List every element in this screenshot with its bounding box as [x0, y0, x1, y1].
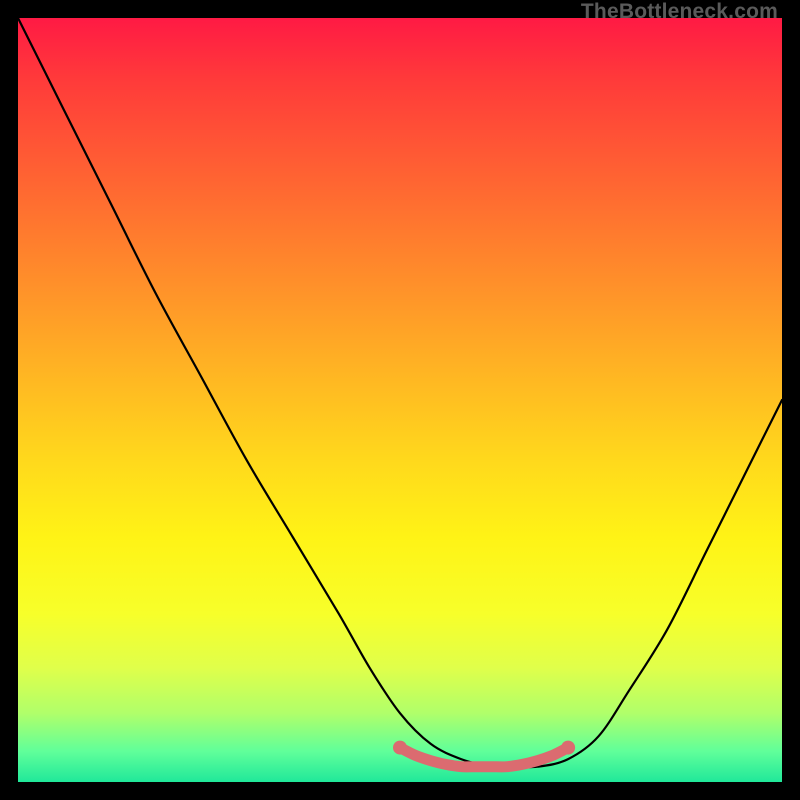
highlight-path	[400, 748, 568, 767]
highlight-dot-end	[561, 741, 575, 755]
highlight-segment	[393, 741, 575, 767]
curve-line	[18, 18, 782, 767]
highlight-dot-start	[393, 741, 407, 755]
chart-overlay	[18, 18, 782, 782]
chart-frame: TheBottleneck.com	[0, 0, 800, 800]
